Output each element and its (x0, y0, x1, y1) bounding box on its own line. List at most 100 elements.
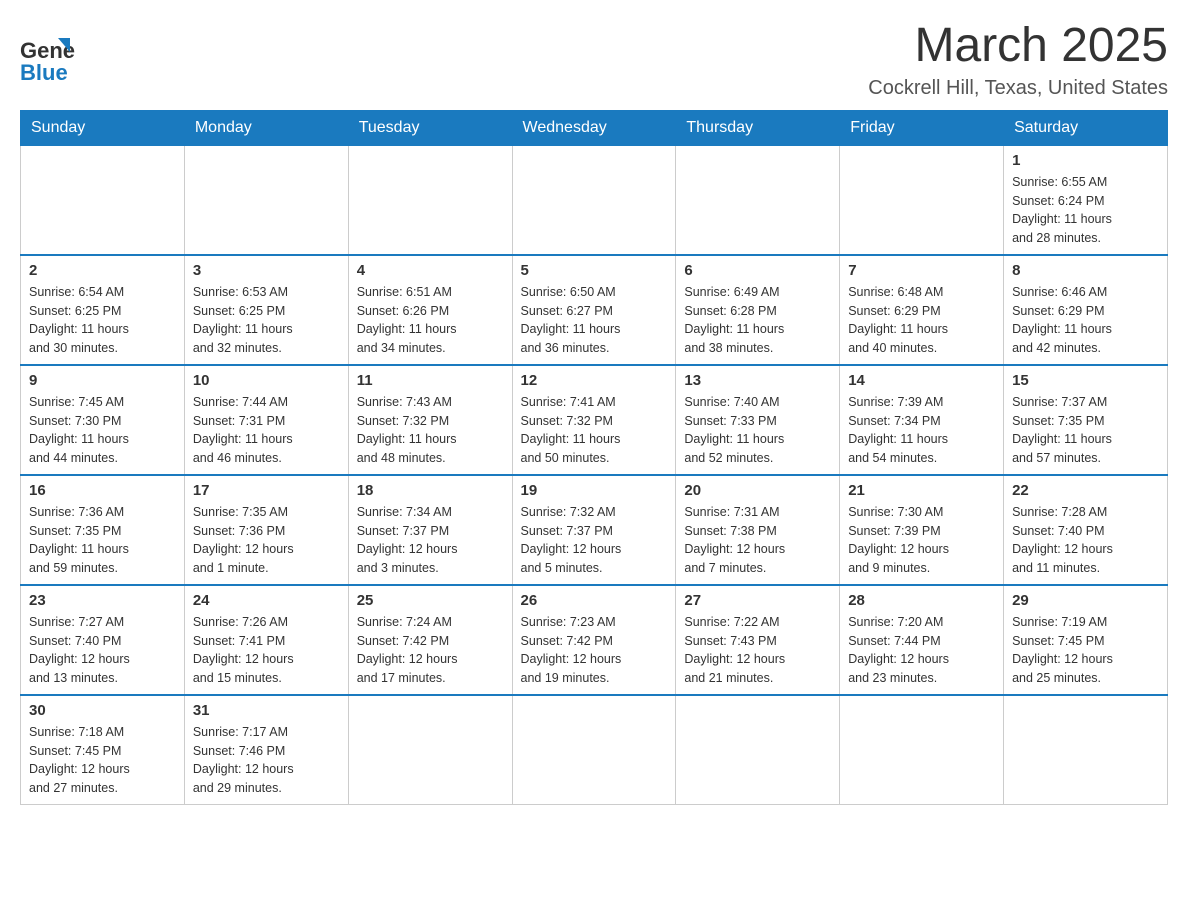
table-row: 10 Sunrise: 7:44 AMSunset: 7:31 PMDayligh… (184, 365, 348, 475)
day-number: 6 (684, 262, 831, 279)
day-number: 24 (193, 592, 340, 609)
day-info: Sunrise: 7:45 AMSunset: 7:30 PMDaylight:… (29, 393, 176, 468)
day-info: Sunrise: 7:22 AMSunset: 7:43 PMDaylight:… (684, 613, 831, 688)
table-row: 22 Sunrise: 7:28 AMSunset: 7:40 PMDayligh… (1004, 475, 1168, 585)
day-number: 22 (1012, 482, 1159, 499)
calendar-week-row: 23 Sunrise: 7:27 AMSunset: 7:40 PMDayligh… (21, 585, 1168, 695)
day-number: 20 (684, 482, 831, 499)
table-row (840, 695, 1004, 805)
day-info: Sunrise: 7:28 AMSunset: 7:40 PMDaylight:… (1012, 503, 1159, 578)
day-number: 8 (1012, 262, 1159, 279)
table-row: 21 Sunrise: 7:30 AMSunset: 7:39 PMDayligh… (840, 475, 1004, 585)
table-row: 31Sunrise: 7:17 AMSunset: 7:46 PMDayligh… (184, 695, 348, 805)
table-row: 17Sunrise: 7:35 AMSunset: 7:36 PMDayligh… (184, 475, 348, 585)
table-row: 28 Sunrise: 7:20 AMSunset: 7:44 PMDayligh… (840, 585, 1004, 695)
month-title: March 2025 (868, 20, 1168, 73)
table-row: 24 Sunrise: 7:26 AMSunset: 7:41 PMDayligh… (184, 585, 348, 695)
day-number: 2 (29, 262, 176, 279)
day-info: Sunrise: 6:50 AMSunset: 6:27 PMDaylight:… (521, 283, 668, 358)
day-number: 11 (357, 372, 504, 389)
day-info: Sunrise: 6:55 AMSunset: 6:24 PMDaylight:… (1012, 173, 1159, 248)
calendar-week-row: 30 Sunrise: 7:18 AMSunset: 7:45 PMDayligh… (21, 695, 1168, 805)
table-row: 5 Sunrise: 6:50 AMSunset: 6:27 PMDaylight… (512, 255, 676, 365)
day-number: 7 (848, 262, 995, 279)
day-info: Sunrise: 6:54 AMSunset: 6:25 PMDaylight:… (29, 283, 176, 358)
calendar-table: Sunday Monday Tuesday Wednesday Thursday… (20, 110, 1168, 805)
day-info: Sunrise: 7:39 AMSunset: 7:34 PMDaylight:… (848, 393, 995, 468)
day-number: 31 (193, 702, 340, 719)
day-number: 26 (521, 592, 668, 609)
table-row: 7 Sunrise: 6:48 AMSunset: 6:29 PMDaylight… (840, 255, 1004, 365)
day-info: Sunrise: 7:23 AMSunset: 7:42 PMDaylight:… (521, 613, 668, 688)
calendar-week-row: 1 Sunrise: 6:55 AMSunset: 6:24 PMDaylight… (21, 145, 1168, 255)
table-row: 13Sunrise: 7:40 AMSunset: 7:33 PMDayligh… (676, 365, 840, 475)
table-row: 23 Sunrise: 7:27 AMSunset: 7:40 PMDayligh… (21, 585, 185, 695)
table-row: 25Sunrise: 7:24 AMSunset: 7:42 PMDayligh… (348, 585, 512, 695)
calendar-week-row: 16Sunrise: 7:36 AMSunset: 7:35 PMDayligh… (21, 475, 1168, 585)
day-info: Sunrise: 7:35 AMSunset: 7:36 PMDaylight:… (193, 503, 340, 578)
logo-icon: General Blue (20, 30, 75, 85)
day-number: 16 (29, 482, 176, 499)
table-row: 11 Sunrise: 7:43 AMSunset: 7:32 PMDayligh… (348, 365, 512, 475)
table-row (676, 145, 840, 255)
day-info: Sunrise: 7:26 AMSunset: 7:41 PMDaylight:… (193, 613, 340, 688)
day-number: 23 (29, 592, 176, 609)
table-row (348, 145, 512, 255)
table-row: 14 Sunrise: 7:39 AMSunset: 7:34 PMDayligh… (840, 365, 1004, 475)
day-number: 14 (848, 372, 995, 389)
table-row: 20 Sunrise: 7:31 AMSunset: 7:38 PMDayligh… (676, 475, 840, 585)
day-info: Sunrise: 7:20 AMSunset: 7:44 PMDaylight:… (848, 613, 995, 688)
day-number: 9 (29, 372, 176, 389)
table-row: 6 Sunrise: 6:49 AMSunset: 6:28 PMDaylight… (676, 255, 840, 365)
table-row: 29Sunrise: 7:19 AMSunset: 7:45 PMDayligh… (1004, 585, 1168, 695)
calendar-week-row: 9 Sunrise: 7:45 AMSunset: 7:30 PMDaylight… (21, 365, 1168, 475)
day-info: Sunrise: 6:46 AMSunset: 6:29 PMDaylight:… (1012, 283, 1159, 358)
day-info: Sunrise: 6:48 AMSunset: 6:29 PMDaylight:… (848, 283, 995, 358)
day-number: 15 (1012, 372, 1159, 389)
table-row (512, 695, 676, 805)
day-number: 30 (29, 702, 176, 719)
day-info: Sunrise: 6:53 AMSunset: 6:25 PMDaylight:… (193, 283, 340, 358)
table-row (676, 695, 840, 805)
day-number: 10 (193, 372, 340, 389)
day-info: Sunrise: 7:18 AMSunset: 7:45 PMDaylight:… (29, 723, 176, 798)
table-row (184, 145, 348, 255)
day-number: 18 (357, 482, 504, 499)
table-row: 9 Sunrise: 7:45 AMSunset: 7:30 PMDaylight… (21, 365, 185, 475)
table-row: 4Sunrise: 6:51 AMSunset: 6:26 PMDaylight… (348, 255, 512, 365)
table-row: 2 Sunrise: 6:54 AMSunset: 6:25 PMDaylight… (21, 255, 185, 365)
day-number: 4 (357, 262, 504, 279)
day-number: 21 (848, 482, 995, 499)
day-info: Sunrise: 7:34 AMSunset: 7:37 PMDaylight:… (357, 503, 504, 578)
table-row (512, 145, 676, 255)
day-info: Sunrise: 7:44 AMSunset: 7:31 PMDaylight:… (193, 393, 340, 468)
header-friday: Friday (840, 110, 1004, 145)
header-tuesday: Tuesday (348, 110, 512, 145)
table-row: 8 Sunrise: 6:46 AMSunset: 6:29 PMDaylight… (1004, 255, 1168, 365)
day-number: 3 (193, 262, 340, 279)
day-info: Sunrise: 7:43 AMSunset: 7:32 PMDaylight:… (357, 393, 504, 468)
day-info: Sunrise: 7:31 AMSunset: 7:38 PMDaylight:… (684, 503, 831, 578)
page-header: General Blue March 2025 Cockrell Hill, T… (20, 20, 1168, 100)
title-section: March 2025 Cockrell Hill, Texas, United … (868, 20, 1168, 100)
svg-text:Blue: Blue (20, 60, 68, 85)
day-number: 1 (1012, 152, 1159, 169)
header-wednesday: Wednesday (512, 110, 676, 145)
day-info: Sunrise: 7:27 AMSunset: 7:40 PMDaylight:… (29, 613, 176, 688)
table-row: 1 Sunrise: 6:55 AMSunset: 6:24 PMDaylight… (1004, 145, 1168, 255)
day-info: Sunrise: 7:24 AMSunset: 7:42 PMDaylight:… (357, 613, 504, 688)
logo: General Blue (20, 30, 75, 85)
table-row (21, 145, 185, 255)
day-number: 28 (848, 592, 995, 609)
table-row: 19 Sunrise: 7:32 AMSunset: 7:37 PMDayligh… (512, 475, 676, 585)
day-info: Sunrise: 6:49 AMSunset: 6:28 PMDaylight:… (684, 283, 831, 358)
header-saturday: Saturday (1004, 110, 1168, 145)
day-info: Sunrise: 7:30 AMSunset: 7:39 PMDaylight:… (848, 503, 995, 578)
day-info: Sunrise: 7:32 AMSunset: 7:37 PMDaylight:… (521, 503, 668, 578)
table-row: 15Sunrise: 7:37 AMSunset: 7:35 PMDayligh… (1004, 365, 1168, 475)
day-number: 5 (521, 262, 668, 279)
table-row: 27Sunrise: 7:22 AMSunset: 7:43 PMDayligh… (676, 585, 840, 695)
day-number: 19 (521, 482, 668, 499)
calendar-week-row: 2 Sunrise: 6:54 AMSunset: 6:25 PMDaylight… (21, 255, 1168, 365)
location: Cockrell Hill, Texas, United States (868, 77, 1168, 100)
